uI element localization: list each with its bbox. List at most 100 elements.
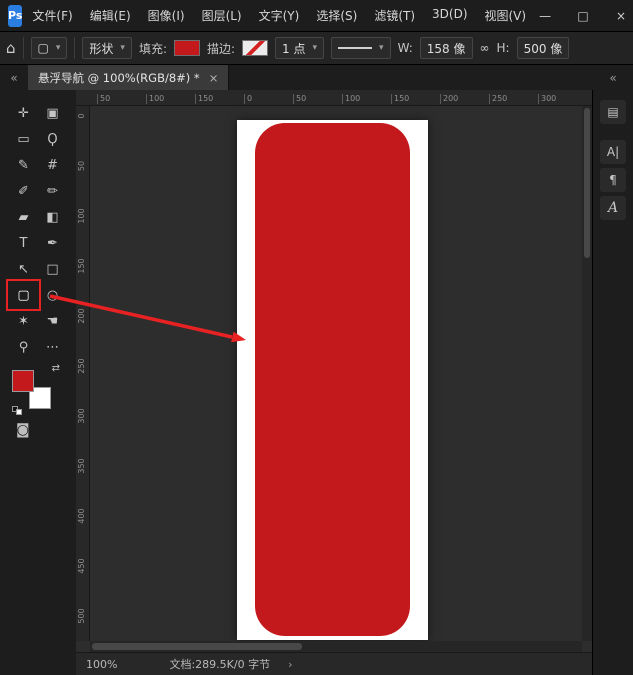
h-ruler-label: 300 [538,94,556,104]
stroke-width-value: 1 点 [282,40,305,57]
eraser-tool[interactable]: ▰ [9,204,38,230]
right-panel-rail: ▤ A| ¶ A [592,90,633,675]
v-ruler-label: 0 [77,106,89,126]
glyphs-panel-icon[interactable]: A [600,196,626,220]
menu-item-5[interactable]: 文字(Y) [259,7,300,24]
v-ruler-label: 100 [77,206,89,226]
marquee-tool[interactable]: ▭ [9,126,38,152]
tool-mode-select[interactable]: 形状 ▾ [82,37,132,59]
crop-tool[interactable]: # [38,152,67,178]
more-tool[interactable]: ⋯ [38,334,67,360]
fill-label: 填充: [139,40,167,57]
chevron-down-icon: ▾ [56,43,61,53]
tool-preset-picker[interactable]: ▢ ▾ [31,37,68,59]
document-tab[interactable]: 悬浮导航 @ 100%(RGB/8#) * × [28,65,229,90]
tools-grid: ✛▣▭Ϙ✎#✐✏▰◧T✒↖□▢○✶☚⚲⋯ [9,100,67,360]
zoom-tool[interactable]: ⚲ [9,334,38,360]
stroke-style-select[interactable]: ▾ [331,37,391,59]
tab-close-icon[interactable]: × [209,71,219,85]
ellipse-tool[interactable]: ○ [38,282,67,308]
v-ruler-label: 50 [77,156,89,176]
rounded-rectangle-tool[interactable]: ▢ [9,282,38,308]
menu-item-3[interactable]: 图像(I) [148,7,185,24]
menu-item-2[interactable]: 编辑(E) [90,7,131,24]
tool-mode-value: 形状 [89,40,113,57]
minimize-button[interactable]: — [526,0,564,31]
maximize-button[interactable]: □ [564,0,602,31]
chevron-down-icon: ▾ [313,43,318,53]
height-input[interactable]: 500 像 [517,37,570,59]
paragraph-panel-icon[interactable]: ¶ [600,168,626,192]
toolbar-collapse-icon[interactable]: « [0,65,28,90]
default-colors-icon[interactable] [12,406,24,416]
menu-item-1[interactable]: 文件(F) [32,7,72,24]
divider [23,37,24,59]
menu-item-6[interactable]: 选择(S) [316,7,357,24]
v-ruler-label: 250 [77,356,89,376]
foreground-color-swatch[interactable] [12,370,34,392]
vertical-scrollbar-thumb[interactable] [584,108,590,258]
path-selection-tool[interactable]: ↖ [9,256,38,282]
quick-mask-icon[interactable]: ◙ [16,422,30,438]
stroke-width-select[interactable]: 1 点 ▾ [275,37,324,59]
chevron-down-icon: ▾ [379,43,384,53]
zoom-level-field[interactable]: 100% [86,658,117,671]
document-size-info: 文档:289.5K/0 字节 [169,656,270,672]
type-tool[interactable]: T [9,230,38,256]
width-label: W: [398,41,413,55]
stroke-color-swatch[interactable] [242,40,268,56]
chevron-down-icon: ▾ [120,43,125,53]
rectangle-tool[interactable]: □ [38,256,67,282]
quick-selection-tool[interactable]: ✎ [9,152,38,178]
artboard-tool[interactable]: ▣ [38,100,67,126]
panel-collapse-icon[interactable]: « [593,65,633,90]
menubar: Ps 文件(F) 编辑(E) 图像(I) 图层(L) 文字(Y) 选择(S) 滤镜(T) 3D… [0,0,633,32]
panel-icons: ▤ A| ¶ A [593,98,633,222]
fill-color-swatch[interactable] [174,40,200,56]
stroke-label: 描边: [207,40,235,57]
pen-tool[interactable]: ✒ [38,230,67,256]
horizontal-scrollbar-thumb[interactable] [92,643,302,650]
h-ruler-label: 50 [293,94,306,104]
lasso-tool[interactable]: Ϙ [38,126,67,152]
menu-item-8[interactable]: 3D(D) [432,7,467,24]
v-ruler-label: 150 [77,256,89,276]
rounded-rectangle-shape[interactable] [255,123,410,636]
main-area: ✛▣▭Ϙ✎#✐✏▰◧T✒↖□▢○✶☚⚲⋯ ⇄ ◙ 50 100 150 0 50 100 1… [0,90,633,675]
rounded-rect-tool-icon: ▢ [38,41,49,55]
pasteboard[interactable] [90,106,582,641]
eyedropper-tool[interactable]: ✐ [9,178,38,204]
gradient-tool[interactable]: ◧ [38,204,67,230]
brush-tool[interactable]: ✏ [38,178,67,204]
tab-spacer [229,65,593,90]
tab-bar: « 悬浮导航 @ 100%(RGB/8#) * × « [0,65,633,90]
menu-item-7[interactable]: 滤镜(T) [374,7,415,24]
link-dimensions-icon[interactable]: ∞ [480,41,490,55]
height-label: H: [497,41,510,55]
h-ruler-label: 200 [440,94,458,104]
v-ruler-label: 450 [77,556,89,576]
h-ruler-label: 150 [195,94,213,104]
options-bar: ⌂ ▢ ▾ 形状 ▾ 填充: 描边: 1 点 ▾ ▾ W: 158 像 ∞ H:… [0,32,633,65]
status-chevron-icon[interactable]: › [288,658,292,671]
width-input[interactable]: 158 像 [420,37,473,59]
swap-colors-icon[interactable]: ⇄ [52,363,60,374]
h-ruler-label: 100 [342,94,360,104]
home-icon[interactable]: ⌂ [6,39,16,57]
photoshop-logo[interactable]: Ps [8,5,22,27]
custom-shape-tool[interactable]: ✶ [9,308,38,334]
vertical-ruler[interactable]: 050100150200250300350400450500 [76,106,90,641]
panel-stack-icon[interactable]: ▤ [600,100,626,124]
menu-item-9[interactable]: 视图(V) [485,7,527,24]
vertical-scrollbar[interactable] [582,106,592,641]
character-panel-icon[interactable]: A| [600,140,626,164]
v-ruler-label: 300 [77,406,89,426]
close-button[interactable]: × [602,0,633,31]
artboard[interactable] [237,120,428,640]
horizontal-scrollbar[interactable] [90,641,582,652]
horizontal-ruler[interactable]: 50100150050100150200250300 [76,90,592,106]
move-tool[interactable]: ✛ [9,100,38,126]
hand-tool[interactable]: ☚ [38,308,67,334]
menu-item-4[interactable]: 图层(L) [202,7,242,24]
v-ruler-label: 400 [77,506,89,526]
